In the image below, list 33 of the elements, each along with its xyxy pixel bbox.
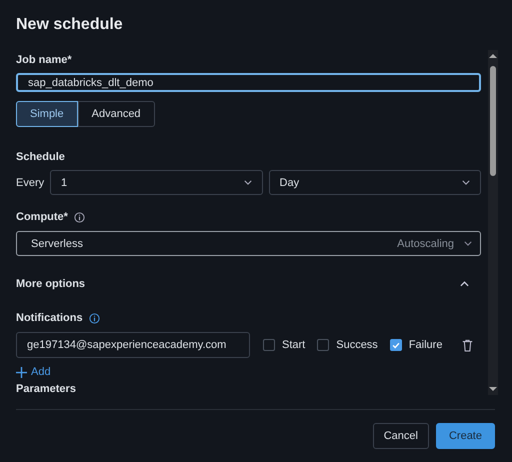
compute-select[interactable]: Serverless Autoscaling bbox=[16, 231, 482, 256]
add-link[interactable]: Add bbox=[16, 366, 51, 378]
checkbox[interactable] bbox=[317, 339, 330, 351]
section-label: Parameters bbox=[16, 383, 77, 395]
mode-tab[interactable]: Simple bbox=[16, 101, 78, 127]
field-label: Job name* bbox=[16, 54, 73, 66]
field-label: Schedule bbox=[16, 151, 66, 163]
job-name-field[interactable]: sap_databricks_dlt_demo bbox=[16, 73, 482, 92]
mode-tab[interactable]: Advanced bbox=[78, 101, 155, 127]
checkbox-label: Failure bbox=[408, 339, 442, 351]
checkbox[interactable] bbox=[263, 339, 275, 351]
plus-icon bbox=[16, 366, 27, 378]
section-header[interactable]: More options bbox=[16, 278, 86, 290]
chevron-up-icon[interactable] bbox=[460, 281, 470, 287]
trash-icon[interactable] bbox=[462, 338, 474, 352]
interval-select[interactable]: 1 bbox=[50, 170, 263, 195]
every-label: Every bbox=[16, 176, 44, 188]
info-icon[interactable] bbox=[74, 212, 85, 222]
chevron-down-icon bbox=[462, 180, 470, 185]
scrollbar[interactable] bbox=[488, 50, 498, 395]
dialog-button[interactable]: Create bbox=[436, 423, 495, 449]
chevron-down-icon bbox=[464, 241, 472, 246]
field-label: Compute* bbox=[16, 211, 68, 223]
unit-select[interactable]: Day bbox=[268, 170, 482, 195]
field-label: Notifications bbox=[16, 312, 83, 324]
info-icon[interactable] bbox=[88, 312, 100, 324]
checkbox-label: Start bbox=[282, 339, 306, 351]
chevron-down-icon bbox=[244, 180, 252, 185]
checkbox-label: Success bbox=[336, 339, 378, 351]
dialog-title: New schedule bbox=[16, 16, 124, 35]
dialog-button[interactable]: Cancel bbox=[372, 423, 429, 449]
checkbox[interactable] bbox=[390, 339, 402, 351]
email-field[interactable]: ge197134@sapexperienceacademy.com bbox=[16, 332, 250, 358]
